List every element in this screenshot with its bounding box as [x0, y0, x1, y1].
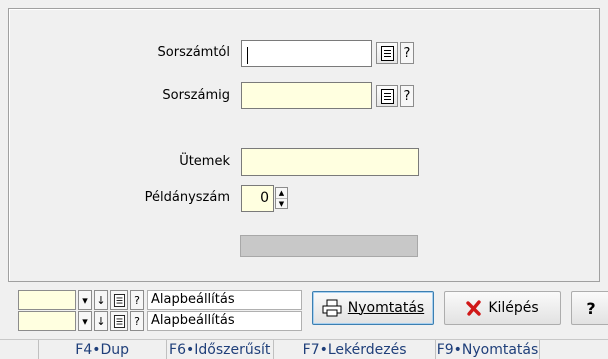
preset-help-button-2[interactable]: ? [130, 311, 144, 331]
progress-bar [240, 235, 418, 257]
resize-grip[interactable] [540, 340, 608, 359]
spin-down-icon[interactable]: ▼ [276, 198, 287, 209]
preset-dropdown-1[interactable]: ▾ [78, 290, 92, 310]
sorszamig-help-button[interactable]: ? [400, 85, 414, 107]
text-caret [247, 47, 248, 64]
utemek-label: Ütemek [179, 154, 230, 169]
f9-print-key[interactable]: F9•Nyomtatás [436, 340, 540, 359]
preset-doc-button-2[interactable] [110, 311, 128, 331]
document-icon [113, 293, 125, 307]
sorszamtol-help-button[interactable]: ? [400, 42, 414, 64]
peldanyszam-spinner[interactable]: ▲ ▼ [275, 187, 288, 209]
exit-button[interactable]: Kilépés [444, 291, 561, 325]
f6-refresh-key[interactable]: F6•Időszerűsít [167, 340, 274, 359]
preset-dropdown-2[interactable]: ▾ [78, 311, 92, 331]
sorszamig-label: Sorszámig [162, 88, 230, 103]
preset-selector-2[interactable] [18, 311, 76, 331]
preset-down-arrow-icon-2[interactable]: ↓ [94, 311, 108, 331]
spin-up-icon[interactable]: ▲ [276, 188, 287, 198]
sorszamtol-label: Sorszámtól [157, 45, 230, 60]
f4-dup-key[interactable]: F4•Dup [39, 340, 167, 359]
preset-help-button-1[interactable]: ? [130, 290, 144, 310]
preset-name-1[interactable]: Alapbeállítás [147, 290, 302, 310]
preset-doc-button-1[interactable] [110, 290, 128, 310]
preset-name-2[interactable]: Alapbeállítás [147, 311, 302, 331]
printer-icon [322, 299, 342, 317]
utemek-input[interactable] [241, 148, 419, 176]
status-spacer [0, 340, 39, 359]
sorszamig-input[interactable] [241, 82, 372, 109]
sorszamtol-doc-button[interactable] [376, 42, 398, 64]
preset-selector-1[interactable] [18, 290, 76, 310]
f7-query-key[interactable]: F7•Lekérdezés [274, 340, 437, 359]
peldanyszam-label: Példányszám [144, 190, 230, 205]
print-button[interactable]: Nyomtatás [312, 291, 434, 325]
document-icon [113, 314, 125, 328]
help-button[interactable]: ? [571, 291, 608, 325]
preset-down-arrow-icon-1[interactable]: ↓ [94, 290, 108, 310]
document-icon [380, 45, 394, 61]
peldanyszam-input[interactable]: 0 [241, 185, 274, 212]
exit-button-label: Kilépés [488, 300, 539, 316]
print-button-label: Nyomtatás [347, 300, 425, 316]
function-key-bar: F4•Dup F6•Időszerűsít F7•Lekérdezés F9•N… [0, 339, 608, 359]
document-icon [380, 88, 394, 104]
sorszamig-doc-button[interactable] [376, 85, 398, 107]
sorszamtol-input[interactable] [241, 40, 372, 67]
x-icon [466, 300, 482, 316]
